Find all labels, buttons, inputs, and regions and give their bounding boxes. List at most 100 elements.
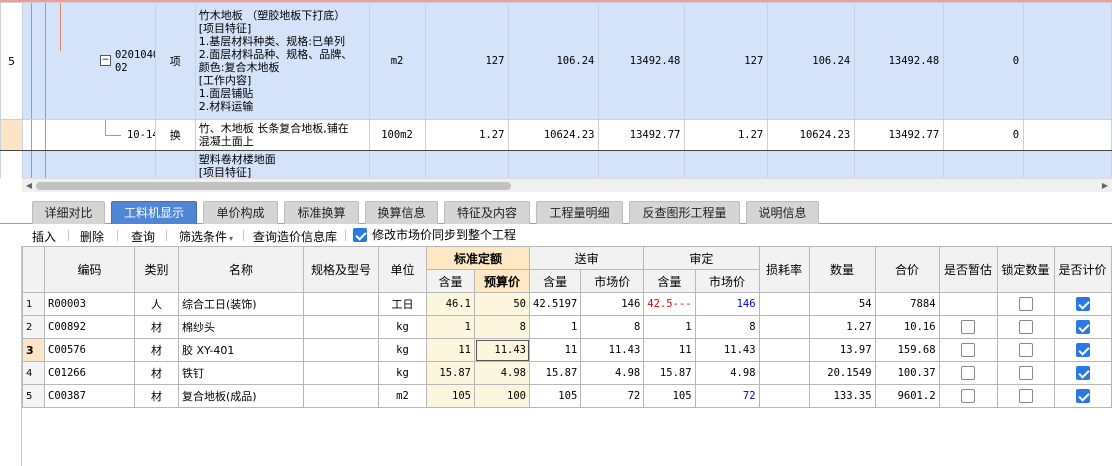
sent-qty[interactable]: 1 bbox=[528, 315, 582, 339]
is-provisional-checkbox[interactable] bbox=[938, 338, 998, 362]
name-header[interactable]: 名称 bbox=[178, 246, 304, 293]
is-provisional-checkbox[interactable] bbox=[938, 315, 998, 339]
resource-spec[interactable] bbox=[303, 361, 379, 385]
lock-quantity-header[interactable]: 锁定数量 bbox=[996, 246, 1055, 293]
sent-qty[interactable]: 42.5197 bbox=[528, 292, 582, 316]
loss-rate[interactable] bbox=[758, 315, 810, 339]
resource-unit[interactable]: kg bbox=[378, 315, 427, 339]
resource-spec[interactable] bbox=[303, 338, 379, 362]
resource-unit[interactable]: 工日 bbox=[378, 292, 427, 316]
delete-button[interactable]: 删除 bbox=[80, 228, 104, 245]
approved-market-price[interactable]: 11.43 bbox=[694, 338, 760, 362]
filter-dropdown[interactable]: 筛选条件 ▾ bbox=[179, 228, 233, 245]
code-cell[interactable]: 10-143 bbox=[21, 119, 156, 151]
std-qty[interactable]: 105 bbox=[426, 384, 475, 408]
spec-header[interactable]: 规格及型号 bbox=[303, 246, 379, 293]
loss-rate-header[interactable]: 损耗率 bbox=[758, 246, 810, 293]
std-qty[interactable]: 11 bbox=[426, 338, 475, 362]
table-row[interactable]: 5 C00387 材 复合地板(成品) m2 105 100 105 72 10… bbox=[22, 384, 1112, 408]
query-button[interactable]: 查询 bbox=[131, 228, 155, 245]
budget-price[interactable]: 50 bbox=[474, 292, 530, 316]
resource-spec[interactable] bbox=[303, 315, 379, 339]
sent-qty[interactable]: 11 bbox=[528, 338, 582, 362]
sent-market-price[interactable]: 8 bbox=[580, 315, 645, 339]
tab-description-info[interactable]: 说明信息 bbox=[746, 201, 819, 224]
approved-qty-header[interactable]: 含量 bbox=[643, 269, 696, 293]
is-priced-checkbox[interactable] bbox=[1053, 292, 1112, 316]
resource-spec[interactable] bbox=[303, 384, 379, 408]
resource-name[interactable]: 复合地板(成品) bbox=[178, 384, 304, 408]
lock-quantity-checkbox[interactable] bbox=[996, 384, 1055, 408]
resource-code[interactable]: C00387 bbox=[44, 384, 135, 408]
collapse-icon[interactable]: − bbox=[99, 55, 111, 66]
table-row[interactable]: 2 C00892 材 棉纱头 kg 1 8 1 8 1 8 1.27 10.16 bbox=[22, 315, 1112, 339]
tab-conversion-info[interactable]: 换算信息 bbox=[365, 201, 438, 224]
lock-quantity-checkbox[interactable] bbox=[996, 292, 1055, 316]
is-priced-checkbox[interactable] bbox=[1053, 361, 1112, 385]
bill-row[interactable]: 塑料卷材楼地面 [项目特征] bbox=[0, 150, 1112, 178]
sent-market-price-header[interactable]: 市场价 bbox=[580, 269, 645, 293]
insert-button[interactable]: 插入 bbox=[32, 228, 56, 245]
scroll-left-icon[interactable]: ◀ bbox=[22, 179, 36, 193]
approved-qty[interactable]: 1 bbox=[643, 315, 696, 339]
item-description[interactable]: 竹木地板 （塑胶地板下打底） [项目特征] 1.基层材料种类、规格:已单列 2.… bbox=[194, 2, 370, 120]
scrollbar-thumb[interactable] bbox=[36, 182, 511, 190]
resource-category[interactable]: 人 bbox=[134, 292, 179, 316]
resource-code[interactable]: C00892 bbox=[44, 315, 135, 339]
resource-category[interactable]: 材 bbox=[134, 338, 179, 362]
sent-market-price[interactable]: 146 bbox=[580, 292, 645, 316]
std-qty[interactable]: 1 bbox=[426, 315, 475, 339]
resource-code[interactable]: C00576 bbox=[44, 338, 135, 362]
code-cell[interactable] bbox=[21, 150, 156, 178]
category-header[interactable]: 类别 bbox=[134, 246, 179, 293]
item-description[interactable]: 塑料卷材楼地面 [项目特征] bbox=[194, 150, 370, 178]
code-header[interactable]: 编码 bbox=[44, 246, 135, 293]
resource-name[interactable]: 综合工日(装饰) bbox=[178, 292, 304, 316]
bill-row[interactable]: 5 − 0201040020 02 项 竹木地板 （塑胶地板下打底） [项目特征… bbox=[0, 2, 1112, 120]
is-provisional-header[interactable]: 是否暂估 bbox=[938, 246, 998, 293]
loss-rate[interactable] bbox=[758, 338, 810, 362]
sent-market-price[interactable]: 4.98 bbox=[580, 361, 645, 385]
bill-row[interactable]: 10-143 换 竹、木地板 长条复合地板,铺在 混凝土面上 100m2 1.2… bbox=[0, 119, 1112, 151]
amount-header[interactable]: 合价 bbox=[874, 246, 940, 293]
is-provisional-checkbox[interactable] bbox=[938, 384, 998, 408]
is-priced-checkbox[interactable] bbox=[1053, 384, 1112, 408]
tab-labor-material-machine[interactable]: 工料机显示 bbox=[111, 201, 197, 224]
approved-market-price[interactable]: 4.98 bbox=[694, 361, 760, 385]
lock-quantity-checkbox[interactable] bbox=[996, 361, 1055, 385]
sent-qty-header[interactable]: 含量 bbox=[528, 269, 582, 293]
resource-name[interactable]: 铁钉 bbox=[178, 361, 304, 385]
item-description[interactable]: 竹、木地板 长条复合地板,铺在 混凝土面上 bbox=[194, 119, 370, 151]
sync-market-price-checkbox[interactable]: 修改市场价同步到整个工程 bbox=[353, 226, 516, 243]
lock-quantity-checkbox[interactable] bbox=[996, 315, 1055, 339]
is-priced-checkbox[interactable] bbox=[1053, 338, 1112, 362]
resource-unit[interactable]: m2 bbox=[378, 384, 427, 408]
tab-detail-compare[interactable]: 详细对比 bbox=[32, 201, 105, 224]
unit-header[interactable]: 单位 bbox=[378, 246, 427, 293]
resource-category[interactable]: 材 bbox=[134, 361, 179, 385]
loss-rate[interactable] bbox=[758, 361, 810, 385]
tab-quantity-details[interactable]: 工程量明细 bbox=[536, 201, 623, 224]
std-qty[interactable]: 46.1 bbox=[426, 292, 475, 316]
loss-rate[interactable] bbox=[758, 292, 810, 316]
is-provisional-checkbox[interactable] bbox=[938, 361, 998, 385]
approved-market-price[interactable]: 72 bbox=[694, 384, 760, 408]
resource-code[interactable]: C01266 bbox=[44, 361, 135, 385]
budget-price[interactable]: 100 bbox=[474, 384, 530, 408]
lock-quantity-checkbox[interactable] bbox=[996, 338, 1055, 362]
budget-price[interactable]: 4.98 bbox=[474, 361, 530, 385]
table-row[interactable]: 3 C00576 材 胶 XY-401 kg 11 11.43 11 11.43… bbox=[22, 338, 1112, 362]
approved-market-price-header[interactable]: 市场价 bbox=[694, 269, 760, 293]
sent-market-price[interactable]: 72 bbox=[580, 384, 645, 408]
resource-name[interactable]: 棉纱头 bbox=[178, 315, 304, 339]
tab-standard-conversion[interactable]: 标准换算 bbox=[284, 201, 359, 224]
horizontal-scrollbar[interactable]: ◀ ▶ bbox=[22, 178, 1112, 192]
sent-market-price[interactable]: 11.43 bbox=[580, 338, 645, 362]
budget-price-editor[interactable]: 11.43 bbox=[474, 338, 530, 362]
table-row[interactable]: 4 C01266 材 铁钉 kg 15.87 4.98 15.87 4.98 1… bbox=[22, 361, 1112, 385]
loss-rate[interactable] bbox=[758, 384, 810, 408]
resource-unit[interactable]: kg bbox=[378, 338, 427, 362]
sent-qty[interactable]: 15.87 bbox=[528, 361, 582, 385]
tab-unit-price-composition[interactable]: 单价构成 bbox=[203, 201, 278, 224]
query-price-database-button[interactable]: 查询造价信息库 bbox=[253, 228, 337, 245]
